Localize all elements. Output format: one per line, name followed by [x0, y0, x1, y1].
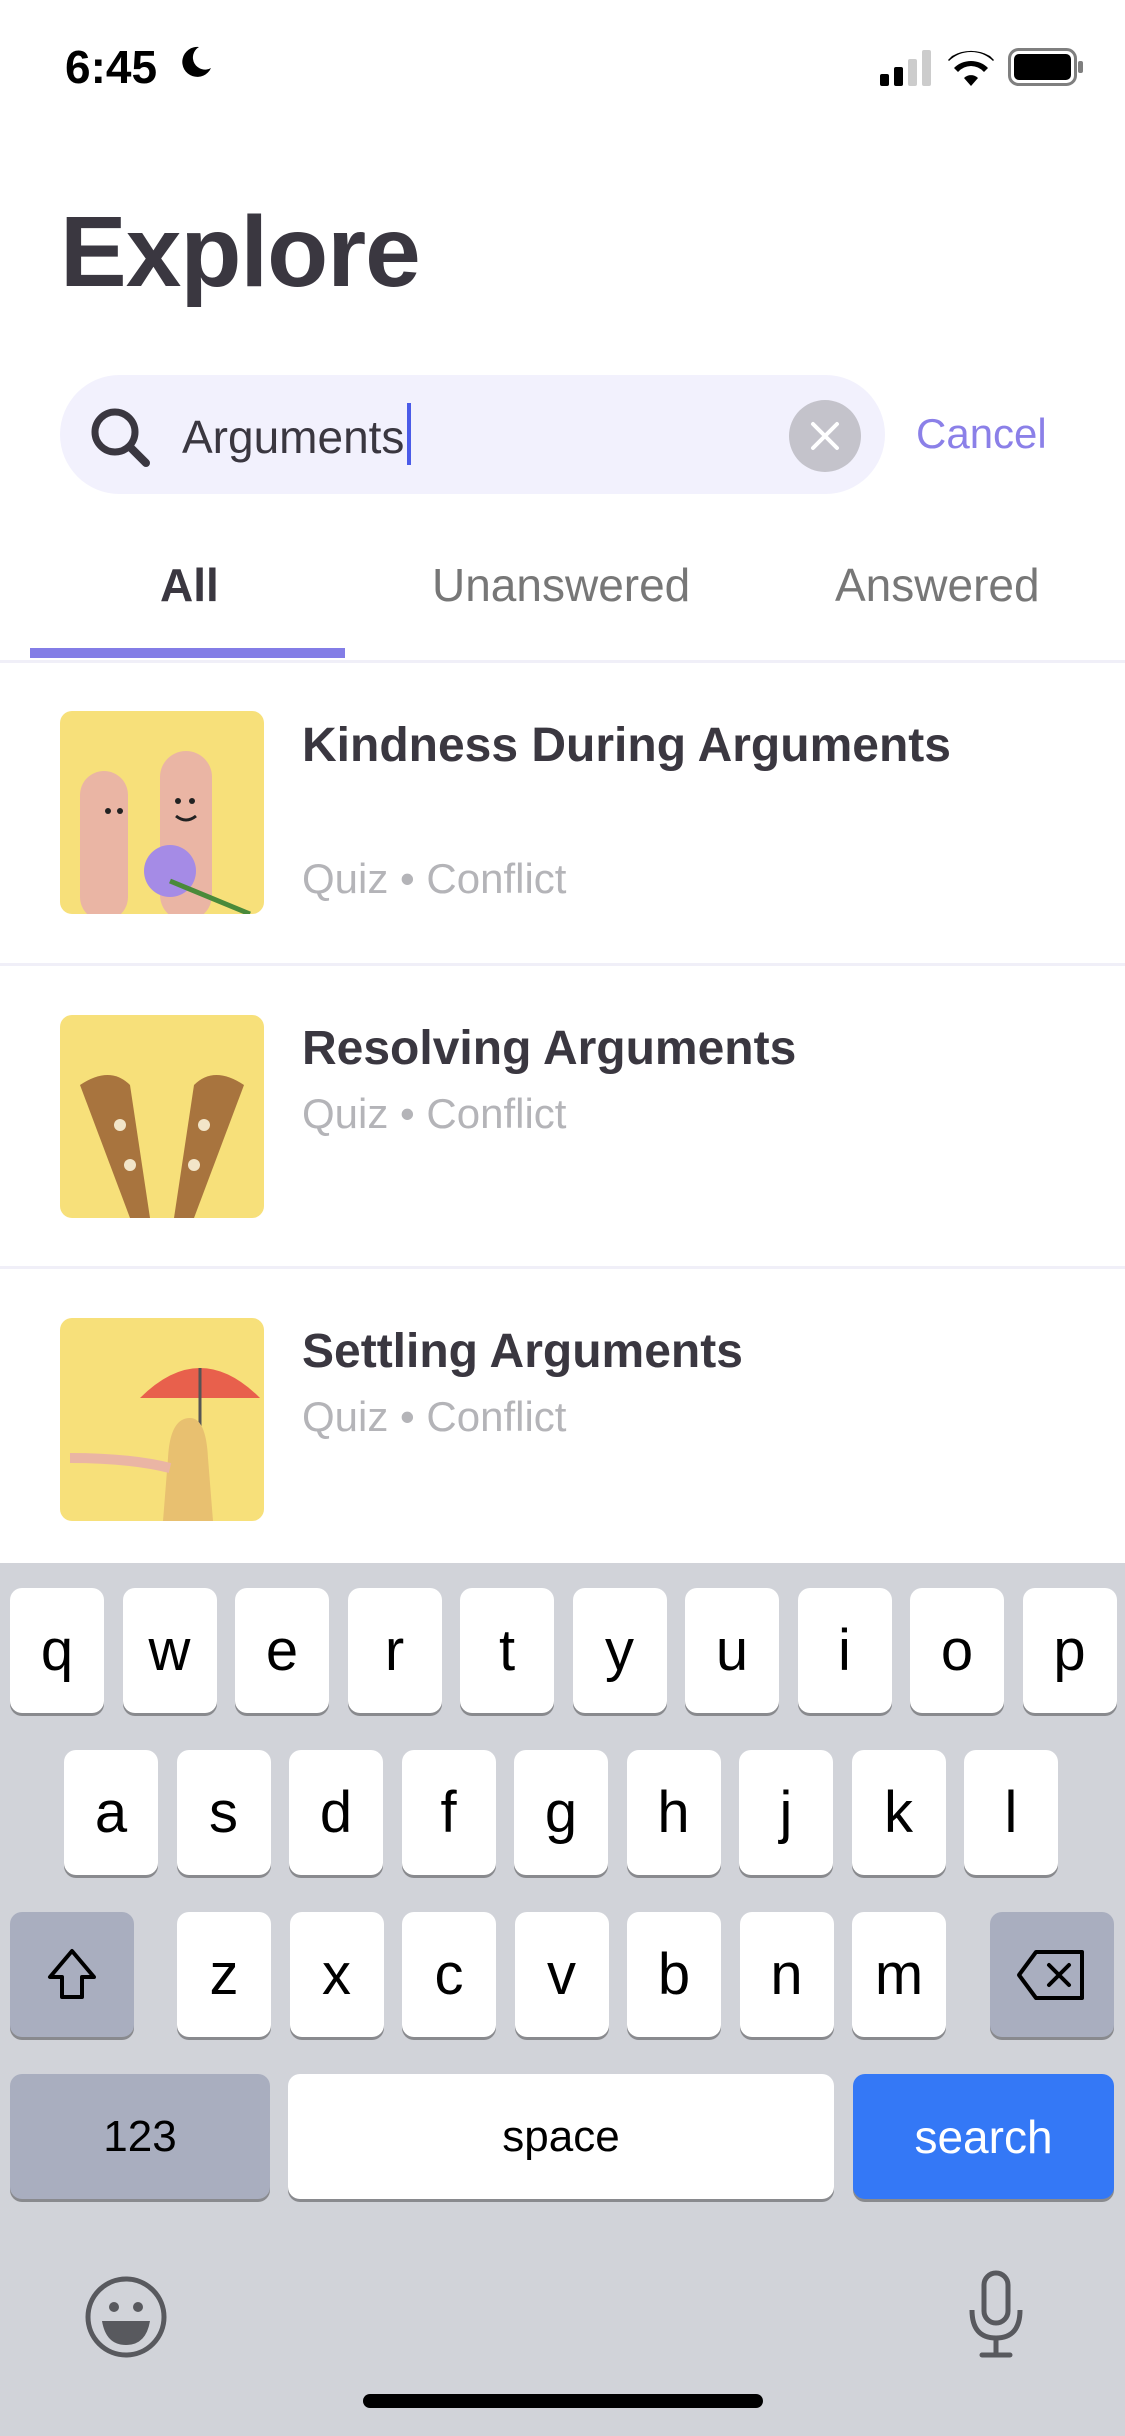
key-n[interactable]: n [739, 1912, 834, 2037]
key-d[interactable]: d [289, 1750, 383, 1875]
key-h[interactable]: h [626, 1750, 721, 1875]
tab-all[interactable]: All [160, 558, 219, 612]
status-time: 6:45 [65, 41, 158, 93]
key-r[interactable]: r [347, 1588, 442, 1713]
search-input-value[interactable]: Arguments [182, 410, 404, 464]
search-icon [91, 408, 150, 467]
result-title: Kindness During Arguments [302, 719, 951, 772]
key-c[interactable]: c [402, 1912, 496, 2037]
text-caret [407, 403, 411, 465]
numbers-key[interactable]: 123 [10, 2074, 270, 2199]
key-u[interactable]: u [685, 1588, 779, 1713]
shift-key[interactable] [10, 1912, 134, 2037]
key-p[interactable]: p [1022, 1588, 1117, 1713]
signal-icon [880, 50, 931, 86]
thumbnail-finger-puppets [60, 711, 264, 914]
result-meta: Quiz • Conflict [302, 1393, 567, 1440]
tab-divider [0, 660, 1125, 663]
key-j[interactable]: j [739, 1750, 833, 1875]
key-w[interactable]: w [122, 1588, 217, 1713]
moon-icon [182, 46, 211, 77]
key-e[interactable]: e [235, 1588, 329, 1713]
key-x[interactable]: x [289, 1912, 384, 2037]
search-key[interactable]: search [853, 2074, 1114, 2199]
result-meta: Quiz • Conflict [302, 1090, 567, 1137]
thumbnail-giraffes [60, 1015, 264, 1218]
tab-answered[interactable]: Answered [835, 558, 1040, 612]
key-m[interactable]: m [852, 1912, 946, 2037]
delete-key[interactable] [990, 1912, 1114, 2037]
key-g[interactable]: g [514, 1750, 608, 1875]
battery-icon [1008, 48, 1083, 86]
key-v[interactable]: v [514, 1912, 609, 2037]
key-t[interactable]: t [460, 1588, 554, 1713]
active-tab-indicator [30, 648, 345, 658]
emoji-icon[interactable] [84, 2275, 168, 2359]
key-b[interactable]: b [627, 1912, 721, 2037]
tab-unanswered[interactable]: Unanswered [432, 558, 690, 612]
result-title: Resolving Arguments [302, 1022, 797, 1075]
page-title: Explore [60, 196, 421, 308]
key-k[interactable]: k [851, 1750, 946, 1875]
clear-icon [811, 422, 839, 450]
shift-icon [48, 1948, 96, 1999]
key-i[interactable]: i [797, 1588, 892, 1713]
key-o[interactable]: o [910, 1588, 1004, 1713]
home-indicator[interactable] [363, 2394, 763, 2408]
delete-icon [1017, 1949, 1084, 2000]
clear-search-button[interactable] [789, 400, 861, 472]
key-l[interactable]: l [964, 1750, 1058, 1875]
key-q[interactable]: q [10, 1588, 104, 1713]
wifi-icon [948, 50, 994, 86]
microphone-icon[interactable] [966, 2270, 1026, 2360]
thumbnail-umbrella-woman [60, 1318, 264, 1521]
space-key[interactable]: space [288, 2074, 834, 2199]
key-a[interactable]: a [64, 1750, 158, 1875]
key-z[interactable]: z [177, 1912, 271, 2037]
key-y[interactable]: y [572, 1588, 667, 1713]
key-f[interactable]: f [401, 1750, 496, 1875]
cancel-button[interactable]: Cancel [916, 410, 1047, 458]
key-s[interactable]: s [176, 1750, 271, 1875]
result-title: Settling Arguments [302, 1325, 743, 1378]
result-meta: Quiz • Conflict [302, 855, 567, 902]
